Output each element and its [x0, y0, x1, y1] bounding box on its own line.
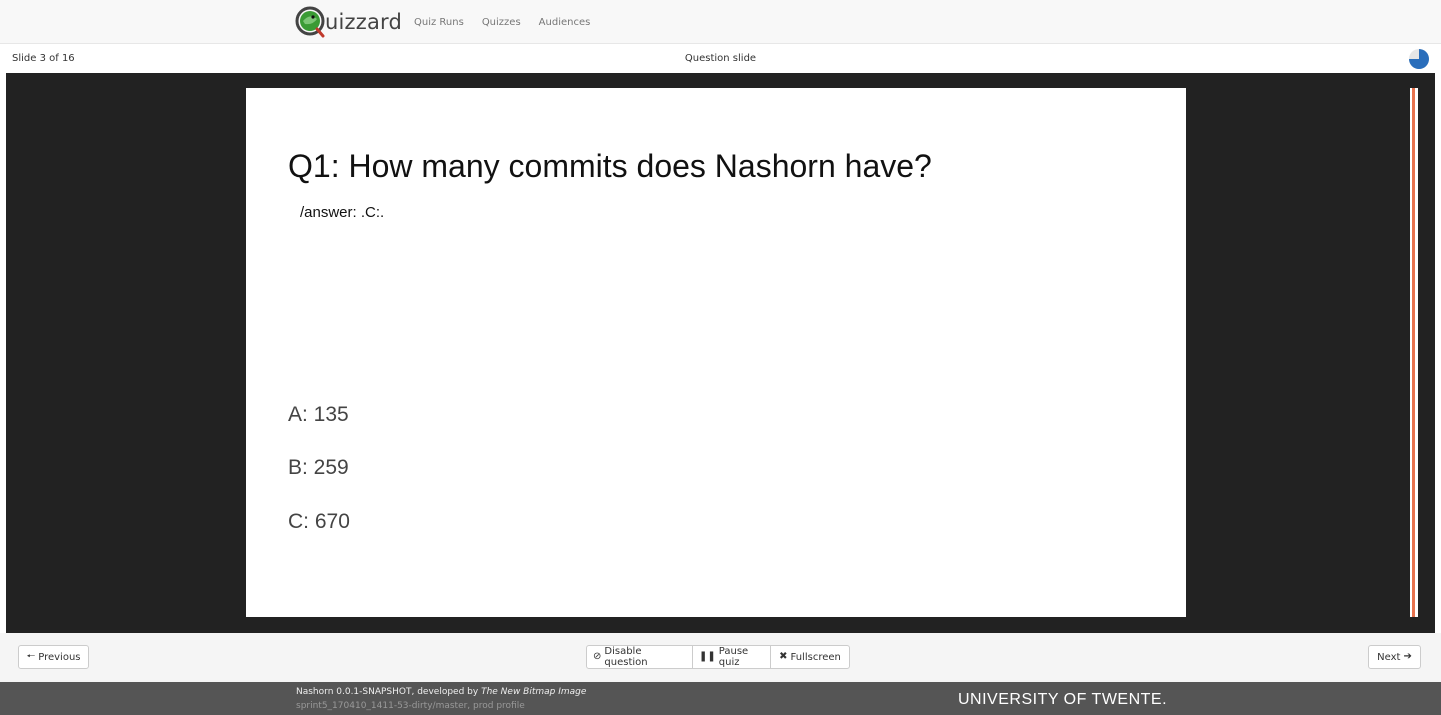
nav-audiences[interactable]: Audiences	[539, 17, 591, 28]
question-slide: Q1: How many commits does Nashorn have? …	[246, 88, 1186, 617]
version-info: Nashorn 0.0.1-SNAPSHOT, developed by The…	[296, 687, 586, 697]
quizzard-logo-icon	[295, 6, 325, 38]
previous-button[interactable]: 🠔 Previous	[18, 645, 89, 669]
version-text: Nashorn 0.0.1-SNAPSHOT, developed by	[296, 687, 479, 697]
slide-progress-fill	[1412, 88, 1415, 617]
timer-pie-icon	[1409, 49, 1429, 69]
brand-name: uizzard	[325, 10, 403, 34]
answer-hint: /answer: .C:.	[300, 204, 385, 221]
next-label: Next	[1377, 651, 1401, 663]
arrow-right-icon: ➔	[1403, 651, 1412, 662]
disable-question-button[interactable]: ⊘ Disable question	[586, 645, 693, 669]
developer-link[interactable]: The New Bitmap Image	[481, 687, 586, 697]
slide-counter: Slide 3 of 16	[12, 53, 75, 64]
fullscreen-button[interactable]: ✖ Fullscreen	[770, 645, 850, 669]
slide-type-label: Question slide	[684, 53, 757, 64]
option-a: A: 135	[288, 403, 349, 426]
pause-icon: ❚❚	[699, 651, 716, 662]
fullscreen-icon: ✖	[779, 651, 788, 662]
page-footer: Nashorn 0.0.1-SNAPSHOT, developed by The…	[0, 682, 1441, 715]
top-navbar: uizzard Quiz Runs Quizzes Audiences	[0, 0, 1441, 44]
slide-actions: ⊘ Disable question ❚❚ Pause quiz ✖ Fulls…	[586, 645, 850, 669]
build-info: sprint5_170410_1411-53-dirty/master, pro…	[296, 701, 525, 711]
slide-progress-track	[1410, 88, 1418, 617]
fullscreen-label: Fullscreen	[790, 651, 841, 663]
main-nav: Quiz Runs Quizzes Audiences	[414, 0, 590, 44]
pause-quiz-label: Pause quiz	[718, 646, 749, 668]
arrow-left-icon: 🠔	[26, 651, 36, 662]
disable-question-label: Disable question	[604, 646, 648, 668]
option-b: B: 259	[288, 456, 349, 479]
university-logo: UNIVERSITY OF TWENTE.	[958, 691, 1168, 708]
ban-icon: ⊘	[593, 651, 602, 662]
question-title: Q1: How many commits does Nashorn have?	[288, 148, 932, 184]
nav-quiz-runs[interactable]: Quiz Runs	[414, 17, 464, 28]
pause-quiz-button[interactable]: ❚❚ Pause quiz	[692, 645, 771, 669]
previous-label: Previous	[38, 651, 81, 663]
next-button[interactable]: Next ➔	[1368, 645, 1421, 669]
option-c: C: 670	[288, 510, 350, 533]
brand-link[interactable]: uizzard	[293, 5, 402, 39]
slide-header: Question slide Slide 3 of 16	[0, 45, 1441, 73]
nav-quizzes[interactable]: Quizzes	[482, 17, 521, 28]
presenter-controls: 🠔 Previous ⊘ Disable question ❚❚ Pause q…	[0, 633, 1441, 682]
